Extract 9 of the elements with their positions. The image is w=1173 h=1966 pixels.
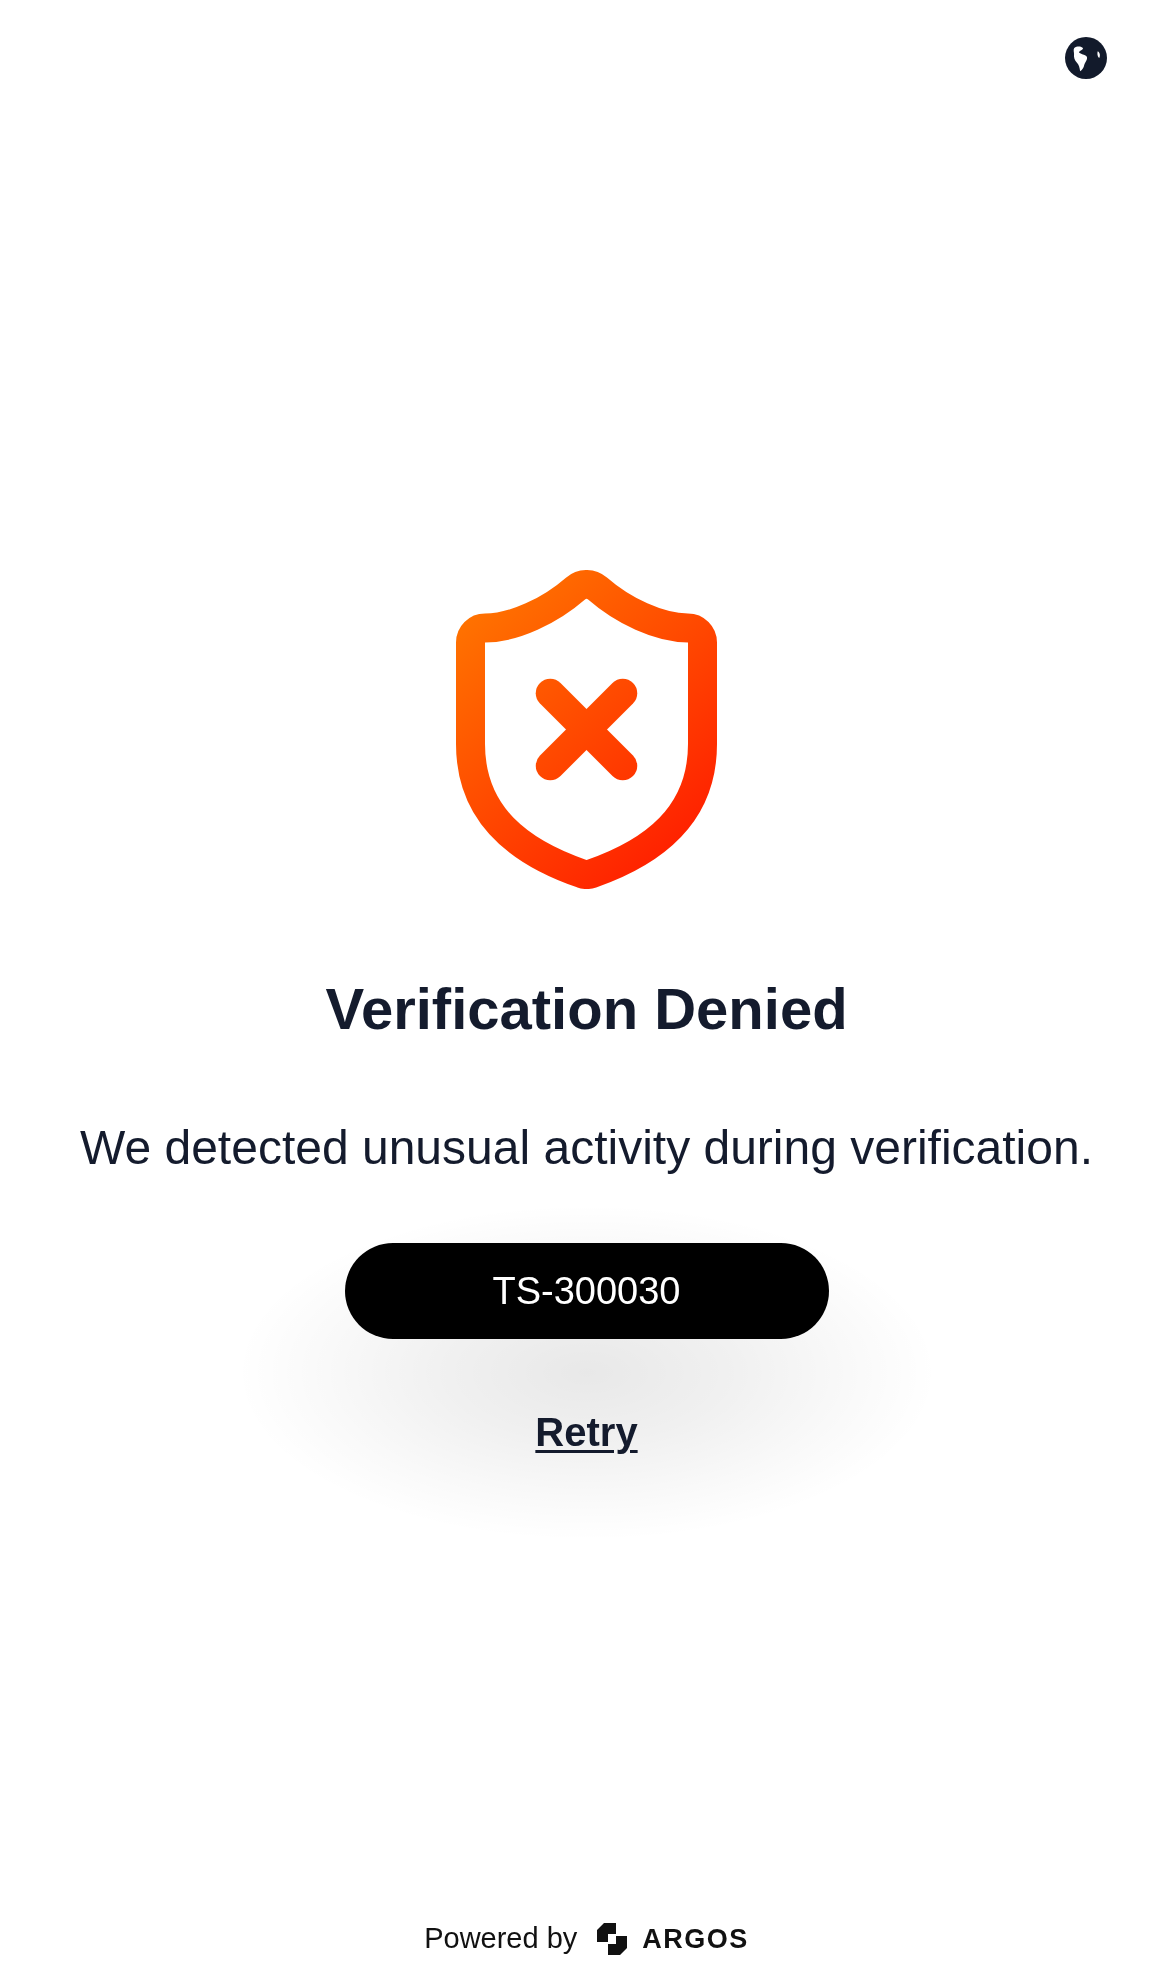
shield-x-icon [456,570,717,889]
powered-by-text: Powered by [424,1921,578,1956]
retry-link[interactable]: Retry [535,1408,638,1456]
brand-wordmark: ARGOS [642,1922,749,1955]
logo-icon [597,1922,628,1955]
status-message: We detected unusual activity during verification. [80,1120,1093,1176]
error-code-button[interactable]: TS-300030 [344,1243,829,1339]
page-title: Verification Denied [325,975,848,1043]
globe-icon[interactable] [1065,37,1107,79]
